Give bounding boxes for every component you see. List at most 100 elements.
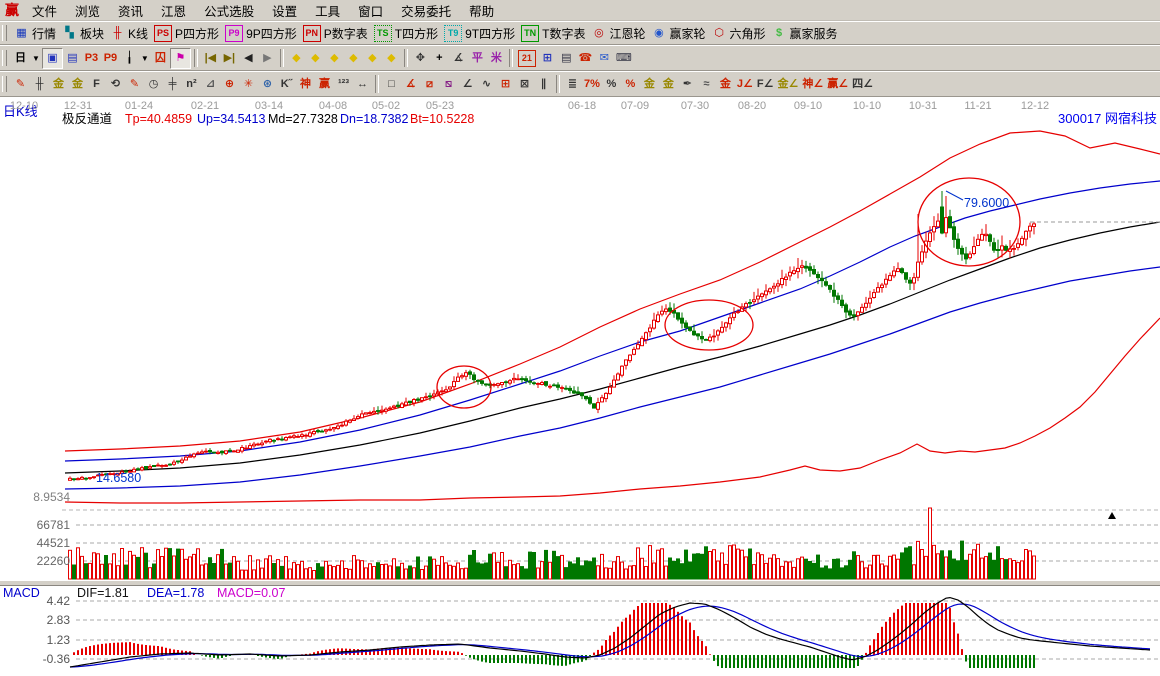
diamond-left-button[interactable]: ◆	[287, 48, 306, 68]
candle-style-selector[interactable]: ╽▼	[120, 48, 151, 68]
p-table-button[interactable]: PNP数字表	[300, 23, 371, 43]
price-scale-tool[interactable]: ≣	[563, 74, 582, 94]
j-angle-tool[interactable]: J∠	[735, 74, 755, 94]
fine-ruler-tool[interactable]: ╪	[163, 74, 182, 94]
chart-canvas[interactable]: 日K线 12-1012-3101-2402-2103-1404-0805-020…	[0, 97, 1160, 676]
diamond-right-button[interactable]: ◆	[306, 48, 325, 68]
menu-item-7[interactable]: 窗口	[349, 0, 392, 21]
pan-tool-button[interactable]: ✥	[411, 48, 430, 68]
chart-window-toggle[interactable]: ▣	[42, 48, 63, 69]
remote-pc-button[interactable]: ⌨	[614, 48, 634, 68]
menu-item-3[interactable]: 江恩	[152, 0, 195, 21]
toolbar-draw: ✎╫金金F⟲✎◷╪n²⊿⊕✳⊛K˝神赢¹²³↔□∡⧄⧅∠∿⊞⊠∥≣7%%%金金✒…	[0, 71, 1160, 97]
box-tool[interactable]: □	[382, 74, 401, 94]
9t-square-button[interactable]: T99T四方形	[441, 23, 518, 43]
shen-ruler-tool[interactable]: 神	[296, 74, 315, 94]
percent-tool[interactable]: %	[602, 74, 621, 94]
p9-chart-button[interactable]: P9	[101, 48, 120, 68]
tick-ruler-tool[interactable]: ╫	[30, 74, 49, 94]
gann-text-tool-button[interactable]: 平	[468, 48, 487, 68]
t-square-button[interactable]: TST四方形	[371, 23, 441, 43]
diamond-expand-button[interactable]: ◆	[363, 48, 382, 68]
spiral-tool[interactable]: ⟲	[106, 74, 125, 94]
angle-lines-tool[interactable]: ∠	[458, 74, 477, 94]
next-bar-button[interactable]: ▶	[258, 48, 277, 68]
pen-tool[interactable]: ✎	[11, 74, 30, 94]
ink-pen-tool[interactable]: ✒	[678, 74, 697, 94]
first-bar-button[interactable]: |◀	[201, 48, 220, 68]
k-quote-tool[interactable]: K˝	[277, 74, 296, 94]
radial-web-tool[interactable]: ✳	[239, 74, 258, 94]
red-pen-tool[interactable]: ✎	[125, 74, 144, 94]
gann-fan-tool[interactable]: ∡	[401, 74, 420, 94]
last-bar-button[interactable]: ▶|	[220, 48, 239, 68]
shen-angle-tool[interactable]: 神∠	[800, 74, 825, 94]
wave-tool[interactable]: ≈	[697, 74, 716, 94]
f-ruler-tool[interactable]: F	[87, 74, 106, 94]
angle-measure-button[interactable]: ∡	[449, 48, 468, 68]
sectors-button[interactable]: ▚板块	[59, 23, 107, 43]
pattern-window-button[interactable]: 囚	[151, 48, 170, 68]
t-square-button-icon: TS	[374, 25, 392, 42]
si-angle-tool[interactable]: 四∠	[850, 74, 875, 94]
flag-overlay-toggle[interactable]: ⚑	[170, 48, 191, 69]
p3-chart-button[interactable]: P3	[82, 48, 101, 68]
gold-circle-tool[interactable]: 金	[640, 74, 659, 94]
menu-item-4[interactable]: 公式选股	[195, 0, 263, 21]
boxed-fan-tool[interactable]: ⧄	[420, 74, 439, 94]
notes-button[interactable]: ▤	[557, 48, 576, 68]
grid-arrow-tool[interactable]: ⊠	[515, 74, 534, 94]
diamond-up-button[interactable]: ◆	[325, 48, 344, 68]
number-ruler-tool[interactable]: ¹²³	[334, 74, 353, 94]
n2-ruler-tool[interactable]: n²	[182, 74, 201, 94]
data-table-button[interactable]: ⊞	[538, 48, 557, 68]
gann-wheel-button[interactable]: ◎江恩轮	[588, 23, 648, 43]
winner-service-button[interactable]: $赢家服务	[769, 23, 841, 43]
gold-angle-tool[interactable]: 金∠	[775, 74, 800, 94]
grid-tool[interactable]: ⊞	[496, 74, 515, 94]
mail-button[interactable]: ✉	[595, 48, 614, 68]
calendar-button[interactable]: 21	[516, 48, 538, 68]
9p-square-button[interactable]: P99P四方形	[222, 23, 300, 43]
percent-line-tool[interactable]: %	[621, 74, 640, 94]
diamond-center-button[interactable]: ◆	[382, 48, 401, 68]
zigzag-tool[interactable]: ∿	[477, 74, 496, 94]
percent7-tool[interactable]: 7%	[582, 74, 602, 94]
menu-item-9[interactable]: 帮助	[460, 0, 503, 21]
span-arrow-tool[interactable]: ↔	[353, 74, 372, 94]
date-axis-label: 12-31	[64, 99, 92, 113]
boxed-web-tool[interactable]: ⊛	[258, 74, 277, 94]
prev-bar-button[interactable]: ◀	[239, 48, 258, 68]
kline-button[interactable]: ╫K线	[107, 23, 151, 43]
menu-item-2[interactable]: 资讯	[109, 0, 152, 21]
menu-item-1[interactable]: 浏览	[66, 0, 109, 21]
gold-line-tool[interactable]: 金	[659, 74, 678, 94]
hexagon-button[interactable]: ⬡六角形	[709, 23, 769, 43]
filled-fan-tool[interactable]: ⧅	[439, 74, 458, 94]
win-ruler-tool[interactable]: 赢	[315, 74, 334, 94]
gold-ruler-tool[interactable]: 金	[49, 74, 68, 94]
phone-button[interactable]: ☎	[576, 48, 595, 68]
p-square-button[interactable]: PSP四方形	[151, 23, 222, 43]
gold-redline-tool[interactable]: 金	[716, 74, 735, 94]
winner-wheel-button[interactable]: ◉赢家轮	[648, 23, 708, 43]
gann-web-tool-button[interactable]: 米	[487, 48, 506, 68]
menu-item-8[interactable]: 交易委托	[392, 0, 460, 21]
t-table-button[interactable]: TNT数字表	[518, 23, 588, 43]
menu-item-0[interactable]: 文件	[23, 0, 66, 21]
quotes-button[interactable]: ▦行情	[11, 23, 59, 43]
paper-angle-tool[interactable]: ⊿	[201, 74, 220, 94]
f-angle-tool[interactable]: F∠	[755, 74, 776, 94]
info-view-button[interactable]: ▤	[63, 48, 82, 68]
circle-crosshair-tool[interactable]: ⊕	[220, 74, 239, 94]
period-selector[interactable]: 日▼	[11, 48, 42, 68]
crosshair-tool-button[interactable]: +	[430, 48, 449, 68]
gold-ruler2-tool[interactable]: 金	[68, 74, 87, 94]
time-circle-tool[interactable]: ◷	[144, 74, 163, 94]
pattern-window-button-icon: 囚	[153, 51, 168, 66]
diamond-down-button[interactable]: ◆	[344, 48, 363, 68]
menu-item-6[interactable]: 工具	[306, 0, 349, 21]
parallel-lines-tool[interactable]: ∥	[534, 74, 553, 94]
menu-item-5[interactable]: 设置	[263, 0, 306, 21]
win-angle-tool[interactable]: 赢∠	[825, 74, 850, 94]
